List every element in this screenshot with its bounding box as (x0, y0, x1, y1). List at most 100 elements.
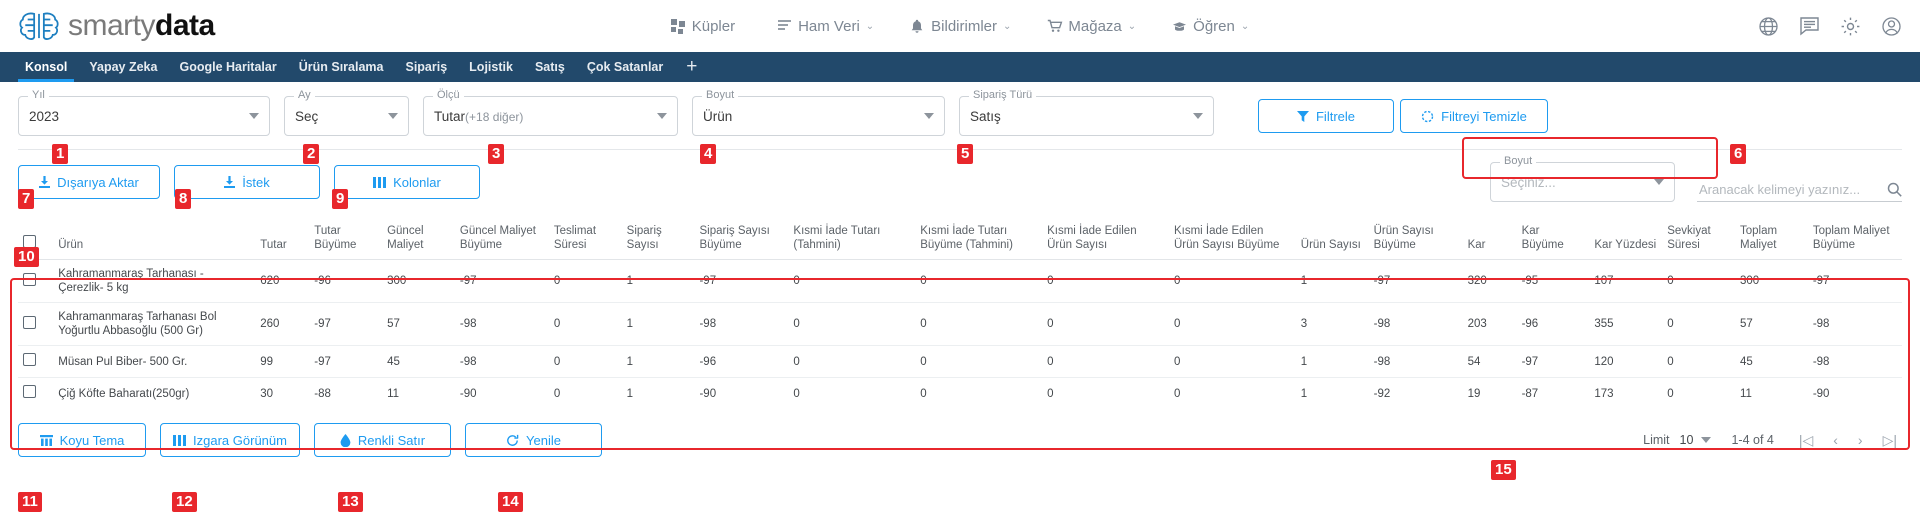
table-row[interactable]: Çiğ Köfte Baharatı(250gr) 30 -88 11 -90 0 1 -90… (18, 378, 1902, 410)
column-header-guncel-maliyet-buyume[interactable]: Güncel Maliyet Büyüme (454, 218, 549, 261)
search-icon[interactable] (1887, 182, 1902, 197)
column-header-tutar-buyume[interactable]: Tutar Büyüme (309, 218, 383, 261)
filtrele-button[interactable]: Filtrele (1258, 99, 1394, 133)
column-header-kismi-iade-edilen-urun-sayisi-buyume[interactable]: Kısmi İade Edilen Ürün Sayısı Büyüme (1168, 218, 1296, 261)
tab-lojistik[interactable]: Lojistik (458, 52, 524, 82)
cell-value: -98 (1368, 345, 1463, 379)
cell-value: 0 (1047, 387, 1054, 400)
cell-value: 203 (1462, 302, 1517, 347)
tab-urun-siralama[interactable]: Ürün Sıralama (288, 52, 395, 82)
column-header-sevkiyat-suresi[interactable]: Sevkiyat Süresi (1662, 218, 1736, 261)
column-header-teslimat-suresi[interactable]: Teslimat Süresi (548, 218, 622, 261)
first-page-button[interactable]: |◁ (1794, 432, 1818, 449)
filtreyi-temizle-button[interactable]: Filtreyi Temizle (1400, 99, 1548, 133)
cell-value: -90 (1812, 387, 1830, 400)
row-checkbox[interactable] (23, 315, 36, 329)
limit-select[interactable]: 10 (1680, 433, 1712, 447)
koyu-tema-label: Koyu Tema (59, 432, 125, 448)
column-header-kismi-iade-tutari-buyume[interactable]: Kısmi İade Tutarı Büyüme (Tahmini) (915, 218, 1043, 261)
column-header-toplam-maliyet-buyume[interactable]: Toplam Maliyet Büyüme (1807, 218, 1902, 261)
columns-icon (373, 176, 387, 188)
column-header-kar-buyume[interactable]: Kar Büyüme (1516, 218, 1590, 261)
filter-boyut[interactable]: Boyut Ürün (692, 89, 945, 136)
account-icon[interactable] (1881, 16, 1902, 37)
column-header-toplam-maliyet[interactable]: Toplam Maliyet (1735, 218, 1808, 261)
gear-icon[interactable] (1840, 16, 1861, 37)
cell-value: 0 (1042, 345, 1169, 379)
disariya-aktar-button[interactable]: Dışarıya Aktar (18, 165, 160, 199)
cell-value: -97 (1368, 259, 1463, 304)
prev-page-button[interactable]: ‹ (1828, 432, 1843, 448)
filter-ay[interactable]: Ay Seç (284, 89, 409, 136)
column-header-urun-sayisi-buyume[interactable]: Ürün Sayısı Büyüme (1368, 218, 1463, 261)
search-box[interactable] (1697, 181, 1902, 202)
marker-9: 9 (332, 189, 349, 209)
tab-siparis[interactable]: Sipariş (394, 52, 458, 82)
cell-value: 11 (387, 387, 400, 400)
tab-google-haritalar[interactable]: Google Haritalar (168, 52, 287, 82)
koyu-tema-button[interactable]: Koyu Tema (18, 423, 146, 458)
table-row[interactable]: Müsan Pul Biber- 500 Gr. 99 -97 45 -98 0 1 -96 0… (18, 345, 1902, 379)
last-page-button[interactable]: ▷| (1878, 432, 1902, 449)
cell-value: -96 (694, 345, 789, 379)
brand-logo-area[interactable]: smartydata (18, 9, 348, 43)
column-header-guncel-maliyet[interactable]: Güncel Maliyet (382, 218, 455, 261)
cell-urun: Kahramanmaraş Tarhanası Bol Yoğurtlu Abb… (53, 302, 256, 347)
column-header-siparis-sayisi[interactable]: Sipariş Sayısı (621, 218, 695, 261)
column-header-kismi-iade-tutari[interactable]: Kısmi İade Tutarı (Tahmini) (788, 218, 916, 261)
cell-value: 0 (1168, 345, 1296, 379)
disariya-aktar-label: Dışarıya Aktar (57, 174, 139, 190)
chevron-down-icon (657, 113, 667, 119)
filter-ay-value: Seç (295, 108, 319, 124)
topnav-label: Ham Veri (798, 17, 860, 35)
table-row[interactable]: Kahramanmaraş Tarhanası Bol Yoğurtlu Abb… (18, 302, 1902, 347)
table-row[interactable]: Kahramanmaraş Tarhanası - Çerezlik- 5 kg… (18, 259, 1902, 304)
column-header-urun[interactable]: Ürün (53, 218, 256, 261)
renkli-satir-button[interactable]: Renkli Satır (314, 423, 451, 458)
column-header-kar-yuzdesi[interactable]: Kar Yüzdesi (1589, 218, 1663, 261)
filter-yil[interactable]: Yıl 2023 (18, 89, 270, 136)
kolonlar-button[interactable]: Kolonlar (334, 165, 480, 199)
topnav-item-kupler[interactable]: Küpler (670, 18, 741, 35)
row-checkbox[interactable] (23, 385, 36, 399)
column-header-tutar[interactable]: Tutar (255, 218, 310, 261)
topnav-item-bildirimler[interactable]: Bildirimler ⌄ (910, 18, 1011, 35)
globe-icon[interactable] (1758, 16, 1779, 37)
tab-cok-satanlar[interactable]: Çok Satanlar (576, 52, 674, 82)
tab-strip: Konsol Yapay Zeka Google Haritalar Ürün … (0, 52, 1920, 82)
search-input[interactable] (1697, 181, 1887, 198)
marker-1: 1 (52, 144, 69, 164)
filter-siparis-turu[interactable]: Sipariş Türü Satış (959, 89, 1214, 136)
cell-value: 0 (788, 259, 916, 304)
cell-value: 120 (1589, 345, 1663, 379)
tab-satis[interactable]: Satış (524, 52, 576, 82)
column-header-kismi-iade-edilen-urun-sayisi[interactable]: Kısmi İade Edilen Ürün Sayısı (1042, 218, 1169, 261)
cell-value: 1 (621, 302, 695, 347)
column-header-urun-sayisi[interactable]: Ürün Sayısı (1295, 218, 1369, 261)
tab-konsol[interactable]: Konsol (14, 52, 78, 82)
row-checkbox[interactable] (23, 272, 36, 286)
izgara-gorunum-button[interactable]: Izgara Görünüm (160, 423, 300, 458)
yenile-button[interactable]: Yenile (465, 423, 602, 458)
marker-14: 14 (498, 492, 523, 512)
filter-yil-value: 2023 (29, 108, 60, 124)
add-tab-button[interactable]: + (674, 52, 709, 82)
droplet-icon (340, 433, 351, 447)
boyut-select-value: Seçiniz... (1501, 174, 1556, 190)
filter-olcu[interactable]: Ölçü Tutar(+18 diğer) (423, 89, 678, 136)
column-header-siparis-sayisi-buyume[interactable]: Sipariş Sayısı Büyüme (694, 218, 789, 261)
cell-value: -98 (1807, 345, 1902, 379)
topnav-item-ogren[interactable]: Öğren ⌄ (1172, 18, 1249, 35)
cell-value: 0 (915, 259, 1043, 304)
istek-button[interactable]: İstek (174, 165, 320, 199)
row-checkbox[interactable] (23, 353, 36, 367)
chat-icon[interactable] (1799, 16, 1820, 36)
next-page-button[interactable]: › (1853, 432, 1868, 448)
tab-yapay-zeka[interactable]: Yapay Zeka (78, 52, 168, 82)
boyut-select[interactable]: Boyut Seçiniz... (1490, 155, 1675, 202)
topnav-item-ham-veri[interactable]: Ham Veri ⌄ (777, 18, 874, 35)
cell-value: 0 (548, 302, 622, 347)
topnav-item-magaza[interactable]: Mağaza ⌄ (1047, 18, 1136, 35)
brand-title: smartydata (68, 11, 215, 41)
column-header-kar[interactable]: Kar (1462, 218, 1517, 261)
